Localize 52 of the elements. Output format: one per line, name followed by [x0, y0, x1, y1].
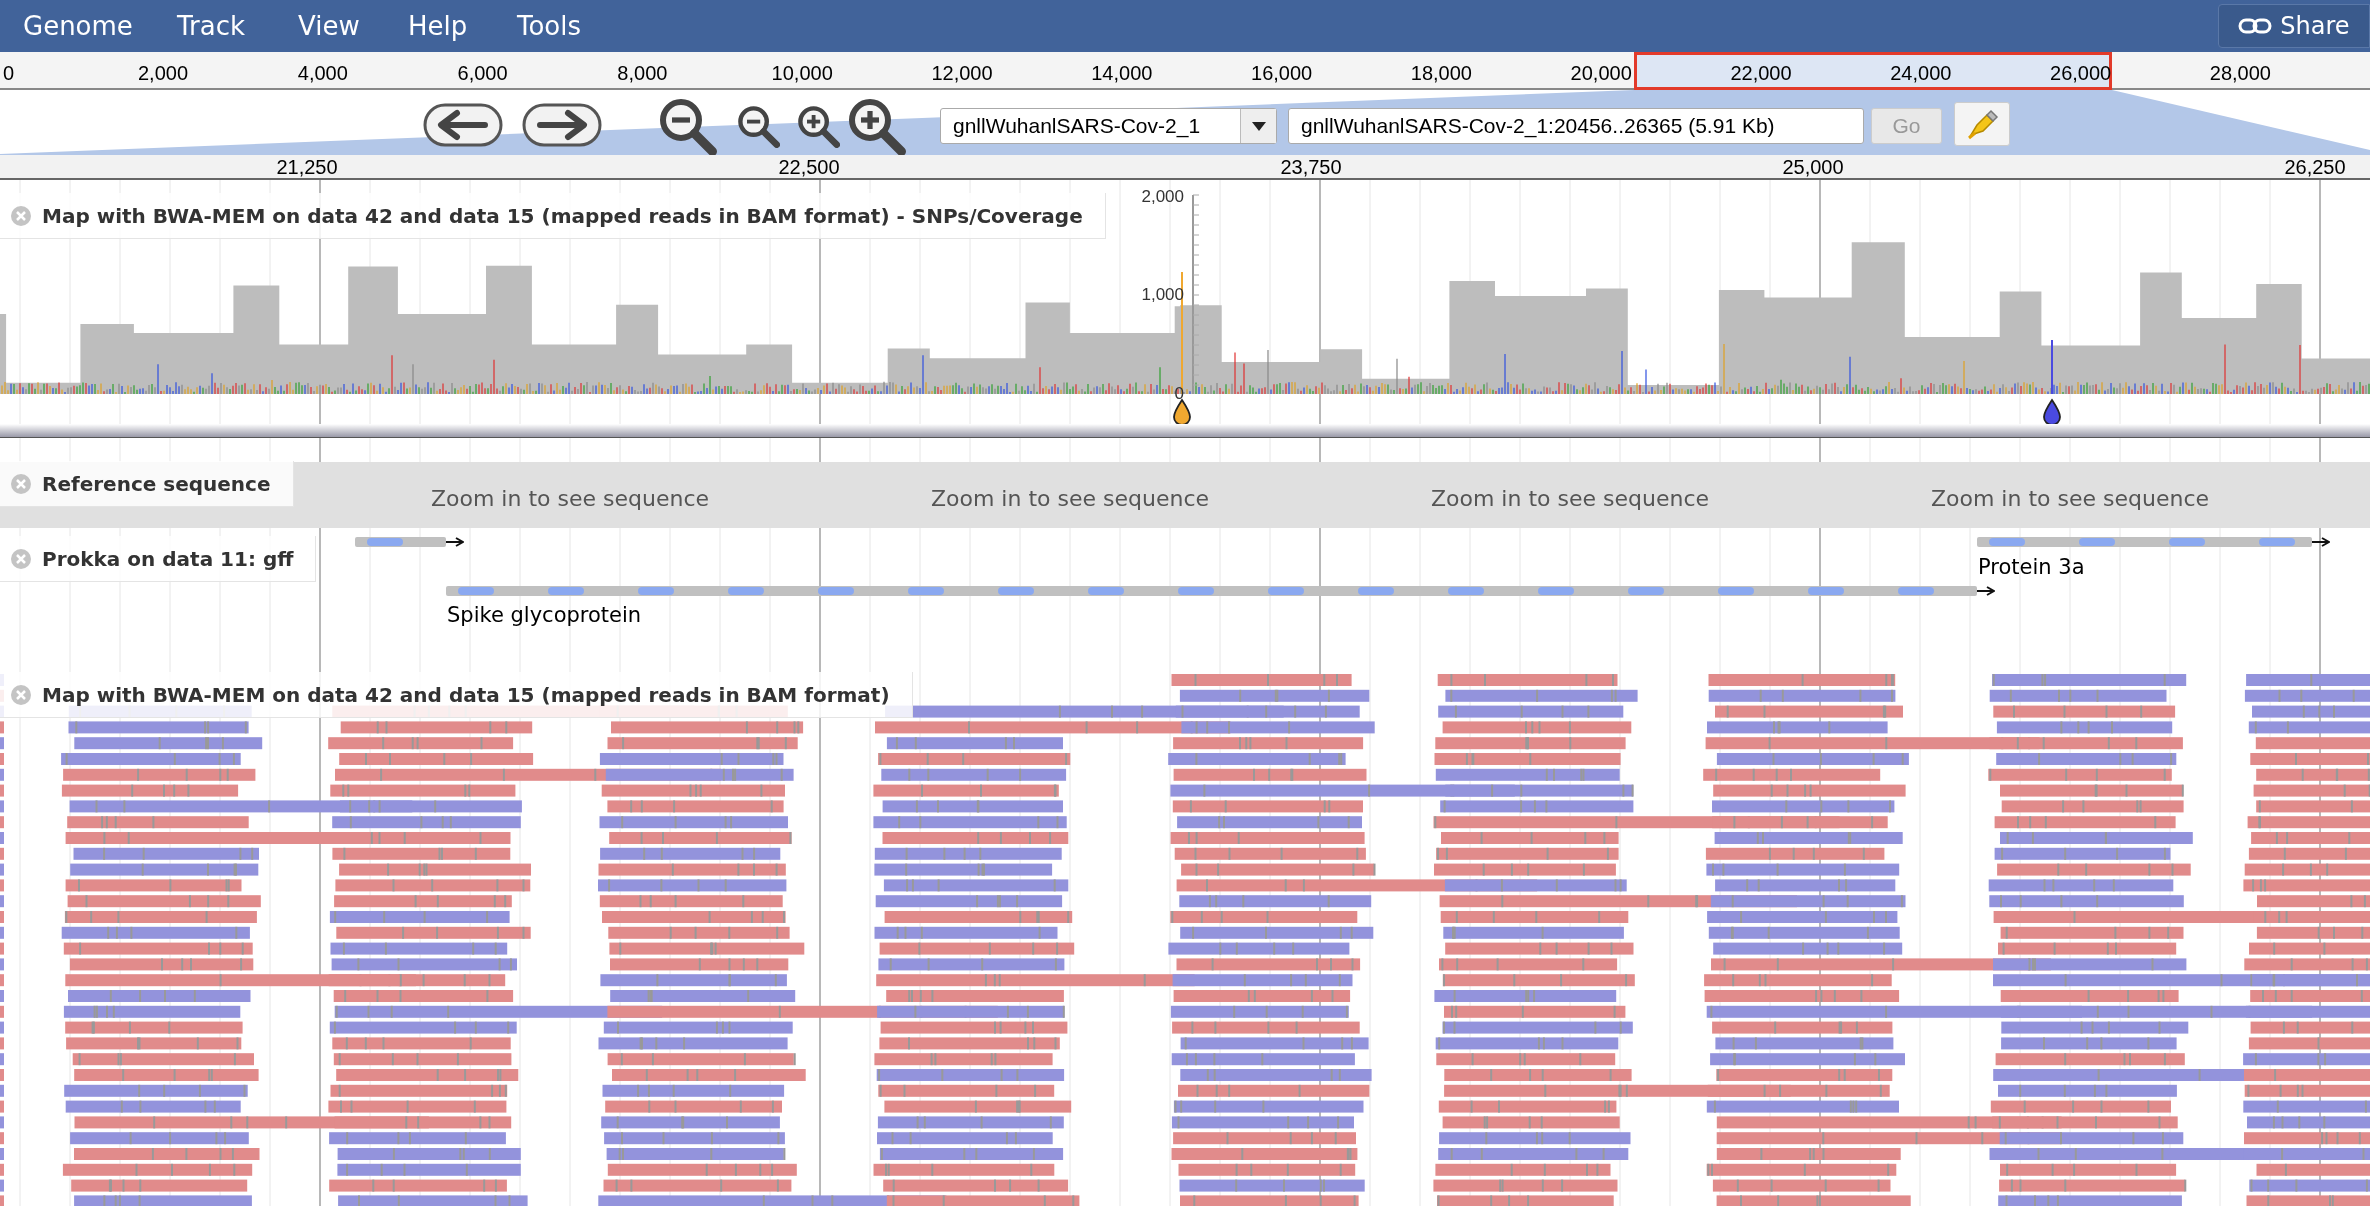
- ruler-label: 0: [3, 61, 15, 86]
- feature-label[interactable]: Spike glycoprotein: [447, 600, 642, 632]
- zoom-out-icon[interactable]: [657, 96, 717, 156]
- link-icon: [2238, 18, 2273, 34]
- axis-label: 0: [1174, 383, 1184, 405]
- menu-item[interactable]: Help: [408, 6, 468, 46]
- menu-item[interactable]: Tools: [517, 6, 582, 46]
- zoom-out-icon[interactable]: [736, 104, 780, 148]
- ruler-label: 28,000: [2209, 61, 2271, 86]
- zoom-message: Zoom in to see sequence: [930, 485, 1210, 513]
- ruler-label: 14,000: [1091, 61, 1153, 86]
- ruler-label: 25,000: [1782, 155, 1844, 179]
- axis-label: 2,000: [1141, 186, 1184, 208]
- pan-right-button[interactable]: [522, 103, 602, 147]
- caret-icon: [1251, 121, 1266, 131]
- zoom-message: Zoom in to see sequence: [430, 485, 710, 513]
- gene-feature-bar[interactable]: [355, 536, 464, 548]
- track-label[interactable]: Map with BWA-MEM on data 42 and data 15 (mapped reads in BAM format): [0, 672, 913, 718]
- menu-item[interactable]: View: [298, 6, 360, 46]
- ruler-label: 20,000: [1570, 61, 1632, 86]
- ruler-label: 23,750: [1280, 155, 1342, 179]
- ruler-label: 6,000: [457, 61, 508, 86]
- ruler-label: 22,000: [1730, 61, 1792, 86]
- visible-region-highlight[interactable]: [1634, 52, 2112, 90]
- zoom-message: Zoom in to see sequence: [1930, 485, 2210, 513]
- location-field[interactable]: gnllWuhanlSARS-Cov-2_1:20456..26365 (5.91 Kb): [1288, 108, 1864, 144]
- highlight-button[interactable]: [1954, 102, 2010, 146]
- ruler-label: 16,000: [1251, 61, 1313, 86]
- ruler-label: 26,250: [2284, 155, 2346, 179]
- snp-marker-icon[interactable]: [2042, 398, 2062, 426]
- track-label[interactable]: Map with BWA-MEM on data 42 and data 15 (mapped reads in BAM format) - SNPs/Coverage: [0, 193, 1106, 239]
- ruler-label: 10,000: [771, 61, 833, 86]
- ruler-label: 4,000: [297, 61, 348, 86]
- ruler-label: 2,000: [137, 61, 189, 86]
- snp-marker-icon[interactable]: [1172, 398, 1192, 426]
- share-button[interactable]: Share: [2218, 4, 2370, 48]
- feature-label[interactable]: Protein 3a: [1978, 552, 2085, 584]
- ruler-label: 22,500: [778, 155, 840, 179]
- track-label[interactable]: Reference sequence: [0, 461, 294, 507]
- reference-dropdown[interactable]: gnllWuhanlSARS-Cov-2_1: [940, 108, 1277, 144]
- zoom-in-icon[interactable]: [796, 104, 840, 148]
- zoom-message: Zoom in to see sequence: [1430, 485, 1710, 513]
- ruler-label: 21,250: [276, 155, 338, 179]
- ruler-label: 24,000: [1890, 61, 1952, 86]
- track-label[interactable]: Prokka on data 11: gff: [0, 536, 317, 582]
- ruler-label: 8,000: [617, 61, 668, 86]
- menu-item[interactable]: Genome: [23, 6, 133, 46]
- highlighter-icon: [1965, 107, 1999, 141]
- menu-item[interactable]: Track: [177, 6, 246, 46]
- ruler-label: 18,000: [1410, 61, 1472, 86]
- ruler-label: 12,000: [931, 61, 993, 86]
- pan-left-button[interactable]: [423, 103, 503, 147]
